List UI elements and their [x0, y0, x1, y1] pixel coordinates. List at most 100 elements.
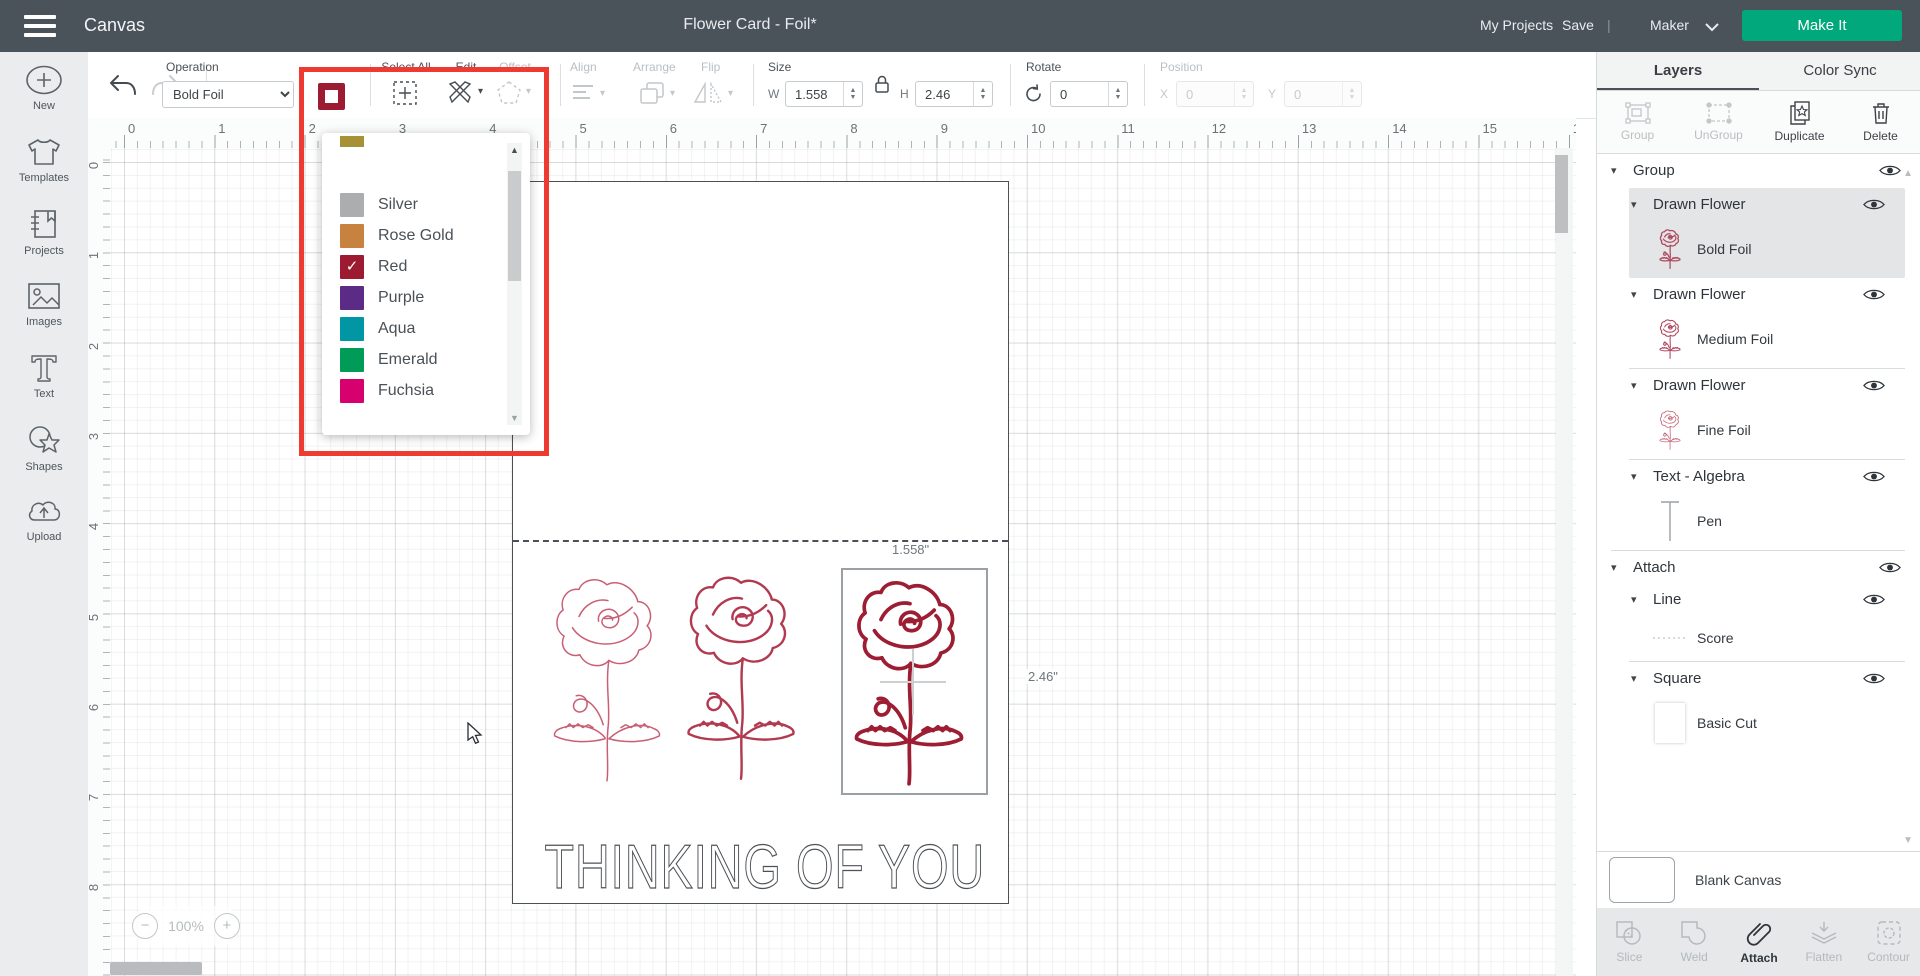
horizontal-scrollbar[interactable]	[110, 962, 202, 975]
layer-drawn-flower-3[interactable]: ▾ Drawn Flower	[1629, 369, 1905, 401]
tab-layers[interactable]: Layers	[1597, 52, 1759, 90]
top-bar: Canvas Flower Card - Foil* My Projects S…	[0, 0, 1920, 52]
eye-icon[interactable]	[1863, 672, 1885, 685]
layer-line[interactable]: ▾ Line	[1629, 583, 1905, 615]
color-option-rose-gold[interactable]: Rose Gold	[322, 220, 530, 251]
eye-icon[interactable]	[1879, 164, 1901, 177]
zoom-level: 100%	[168, 918, 204, 934]
eye-icon[interactable]	[1863, 593, 1885, 606]
rotate-icon[interactable]	[1024, 84, 1044, 104]
chevron-down-icon[interactable]	[1705, 23, 1719, 32]
make-it-button[interactable]: Make It	[1742, 10, 1902, 41]
machine-select[interactable]: Maker	[1650, 17, 1689, 33]
my-projects-link[interactable]: My Projects	[1480, 17, 1553, 33]
eye-icon[interactable]	[1879, 561, 1901, 574]
contour-icon	[1876, 920, 1902, 946]
shapes-icon	[27, 424, 61, 456]
collapse-caret-icon[interactable]: ▾	[1611, 164, 1625, 177]
layer-attach-header[interactable]: ▾ Attach	[1597, 551, 1920, 583]
vertical-scrollbar-thumb[interactable]	[1555, 155, 1568, 233]
lock-icon[interactable]	[872, 74, 892, 94]
delete-button[interactable]: Delete	[1840, 91, 1920, 153]
color-option-purple[interactable]: Purple	[322, 282, 530, 313]
sidebar-item-projects[interactable]: Projects	[0, 196, 88, 268]
tree-scroll-down-icon[interactable]: ▼	[1903, 835, 1913, 846]
color-option-silver[interactable]: Silver	[322, 189, 530, 220]
color-swatch-partial[interactable]	[340, 136, 364, 147]
layer-drawn-flower-2[interactable]: ▾ Drawn Flower	[1629, 278, 1905, 310]
layer-text-algebra[interactable]: ▾ Text - Algebra	[1629, 460, 1905, 492]
score-line[interactable]	[513, 540, 1008, 542]
eye-icon[interactable]	[1863, 470, 1885, 483]
color-option-aqua[interactable]: Aqua	[322, 313, 530, 344]
operation-select[interactable]: Bold Foil	[162, 81, 294, 108]
sidebar-item-shapes[interactable]: Shapes	[0, 412, 88, 484]
ruler-number: 9	[941, 121, 948, 136]
separator: |	[1607, 17, 1611, 33]
sidebar-item-text[interactable]: Text	[0, 340, 88, 412]
flower-medium-foil[interactable]	[685, 565, 797, 790]
undo-icon[interactable]	[108, 74, 138, 98]
ruler-number: 5	[88, 613, 101, 620]
arrange-caret-icon: ▾	[670, 88, 675, 99]
upload-icon	[26, 498, 62, 526]
layer-score[interactable]: Score	[1629, 615, 1905, 661]
zoom-in-button[interactable]: +	[214, 913, 240, 939]
score-line-thumbnail	[1653, 636, 1687, 640]
layer-group-header[interactable]: ▾ Group	[1597, 154, 1920, 186]
thinking-of-you-text[interactable]: THINKING OF YOU	[543, 830, 991, 906]
eye-icon[interactable]	[1863, 198, 1885, 211]
color-option-red[interactable]: ✓Red	[322, 251, 530, 282]
save-link[interactable]: Save	[1562, 17, 1594, 33]
card-shape[interactable]: THINKING OF YOU	[512, 181, 1009, 904]
layer-pen[interactable]: Pen	[1629, 492, 1905, 550]
rotate-input[interactable]: 0▲▼	[1050, 81, 1128, 107]
offset-caret-icon: ▾	[526, 86, 531, 97]
height-stepper[interactable]: ▲▼	[973, 82, 992, 106]
canvas-color-swatch[interactable]	[1609, 857, 1675, 903]
layer-square[interactable]: ▾ Square	[1629, 662, 1905, 694]
color-option-fuchsia[interactable]: Fuchsia	[322, 375, 530, 406]
flower-fine-foil[interactable]	[551, 567, 663, 792]
width-input[interactable]: 1.558▲▼	[785, 81, 863, 107]
layer-operations-bar: Slice Weld Attach Flatten Contour	[1597, 908, 1920, 976]
layer-block-line: ▾ Line Score	[1629, 583, 1905, 662]
select-all-icon[interactable]	[392, 80, 418, 106]
layer-medium-foil[interactable]: Medium Foil	[1629, 310, 1905, 368]
sidebar-item-upload[interactable]: Upload	[0, 484, 88, 556]
edit-icon[interactable]	[446, 80, 474, 106]
tab-color-sync[interactable]: Color Sync	[1759, 52, 1920, 90]
sidebar-item-new[interactable]: New	[0, 52, 88, 124]
scroll-down-icon[interactable]: ▼	[507, 413, 522, 423]
rotate-label: Rotate	[1026, 60, 1061, 74]
edit-caret-icon[interactable]: ▾	[478, 86, 483, 97]
layer-actions: Group UnGroup Duplicate Delete	[1597, 91, 1920, 154]
sidebar-item-images[interactable]: Images	[0, 268, 88, 340]
ruler-number: 8	[850, 121, 857, 136]
duplicate-button[interactable]: Duplicate	[1759, 91, 1840, 153]
layer-tree: ▾ Group ▾ Drawn Flower Bold Foil ▾ D	[1597, 154, 1920, 852]
dropdown-scrollbar[interactable]: ▲ ▼	[507, 143, 522, 425]
zoom-out-button[interactable]: −	[132, 913, 158, 939]
attach-button[interactable]: Attach	[1727, 908, 1792, 976]
rotate-stepper[interactable]: ▲▼	[1108, 82, 1127, 106]
w-label: W	[768, 87, 779, 101]
height-input[interactable]: 2.46▲▼	[915, 81, 993, 107]
color-swatch-button[interactable]	[318, 83, 345, 110]
layer-fine-foil[interactable]: Fine Foil	[1629, 401, 1905, 459]
layer-drawn-flower-1[interactable]: ▾ Drawn Flower	[1629, 188, 1905, 220]
layer-basic-cut[interactable]: Basic Cut	[1629, 694, 1905, 752]
layer-bold-foil[interactable]: Bold Foil	[1629, 220, 1905, 278]
vertical-scrollbar-track[interactable]	[1556, 148, 1573, 976]
offset-label: Offset	[488, 60, 542, 74]
eye-icon[interactable]	[1863, 379, 1885, 392]
ruler-number: 2	[309, 121, 316, 136]
scroll-up-icon[interactable]: ▲	[507, 145, 522, 155]
tree-scroll-up-icon[interactable]: ▲	[1903, 168, 1913, 179]
width-stepper[interactable]: ▲▼	[843, 82, 862, 106]
color-option-emerald[interactable]: Emerald	[322, 344, 530, 375]
dropdown-scroll-thumb[interactable]	[508, 171, 521, 281]
eye-icon[interactable]	[1863, 288, 1885, 301]
sidebar-item-templates[interactable]: Templates	[0, 124, 88, 196]
ruler-number: 11	[1121, 121, 1135, 136]
